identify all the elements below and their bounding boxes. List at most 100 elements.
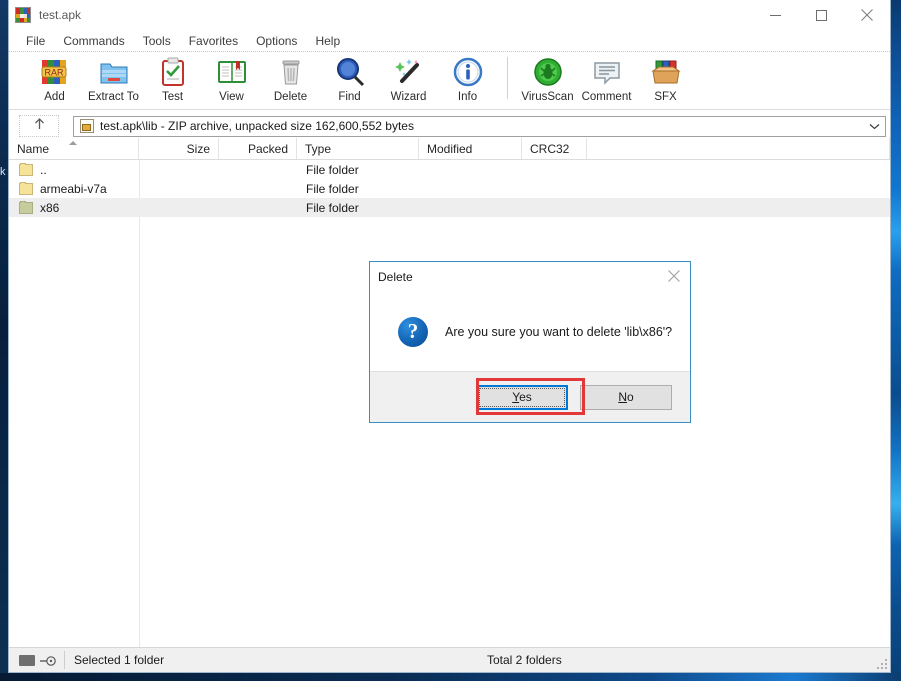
menu-item-help[interactable]: Help xyxy=(306,31,349,51)
dialog-body: ? Are you sure you want to delete 'lib\x… xyxy=(370,292,690,371)
dialog-footer: Yes No xyxy=(370,371,690,422)
column-label-size: Size xyxy=(187,142,210,156)
status-bar: Selected 1 folder Total 2 folders xyxy=(9,647,890,672)
up-arrow-icon xyxy=(33,117,46,135)
address-bar: test.apk\lib - ZIP archive, unpacked siz… xyxy=(9,114,890,138)
desktop-bottom-strip xyxy=(0,673,901,681)
toolbar-button-wizard[interactable]: Wizard xyxy=(379,54,438,109)
table-row[interactable]: .. File folder xyxy=(9,160,890,179)
extract-folder-icon xyxy=(98,56,130,88)
no-rest: o xyxy=(627,390,634,404)
folder-up-icon xyxy=(19,164,33,176)
toolbar-label-delete: Delete xyxy=(274,91,307,103)
comment-balloon-icon xyxy=(591,56,623,88)
toolbar-label-virusscan: VirusScan xyxy=(521,91,573,103)
no-button-label: No xyxy=(618,390,633,404)
menu-item-file[interactable]: File xyxy=(17,31,54,51)
sfx-box-icon xyxy=(650,56,682,88)
cell-name: .. xyxy=(40,163,139,177)
status-bar-icons xyxy=(19,655,54,666)
toolbar-label-sfx: SFX xyxy=(654,91,676,103)
toolbar-button-test[interactable]: Test xyxy=(143,54,202,109)
chevron-down-icon[interactable] xyxy=(863,117,885,136)
column-label-modified: Modified xyxy=(427,142,472,156)
toolbar-button-extract-to[interactable]: Extract To xyxy=(84,54,143,109)
dialog-message: Are you sure you want to delete 'lib\x86… xyxy=(445,325,672,339)
address-text: test.apk\lib - ZIP archive, unpacked siz… xyxy=(100,119,414,133)
no-accel: N xyxy=(618,390,627,404)
column-header-modified[interactable]: Modified xyxy=(419,138,522,159)
find-magnifier-icon xyxy=(334,56,366,88)
yes-button-wrapper: Yes xyxy=(464,379,574,416)
column-label-name: Name xyxy=(17,142,49,156)
column-header-crc32[interactable]: CRC32 xyxy=(522,138,587,159)
toolbar-label-wizard: Wizard xyxy=(391,91,427,103)
screen: k test.apk xyxy=(0,0,901,681)
column-header-type[interactable]: Type xyxy=(297,138,419,159)
column-header-name[interactable]: Name xyxy=(9,138,139,159)
dialog-close-button[interactable] xyxy=(660,264,688,288)
status-total-text: Total 2 folders xyxy=(487,653,562,667)
folder-icon xyxy=(19,183,33,195)
winrar-archive-icon xyxy=(15,7,31,23)
cell-type: File folder xyxy=(297,182,428,196)
column-header-row: Name Size Packed Type Modified CRC32 xyxy=(9,138,890,160)
test-clipboard-icon xyxy=(157,56,189,88)
virusscan-bug-icon xyxy=(532,56,564,88)
table-row[interactable]: x86 File folder xyxy=(9,198,890,217)
menu-item-favorites[interactable]: Favorites xyxy=(180,31,247,51)
column-header-packed[interactable]: Packed xyxy=(219,138,297,159)
cell-name: armeabi-v7a xyxy=(40,182,139,196)
toolbar-label-extract-to: Extract To xyxy=(88,91,139,103)
toolbar-button-view[interactable]: View xyxy=(202,54,261,109)
dialog-title-bar: Delete xyxy=(370,262,690,292)
toolbar-label-view: View xyxy=(219,91,244,103)
desktop-right-strip xyxy=(891,0,901,681)
maximize-button[interactable] xyxy=(798,0,844,30)
close-button[interactable] xyxy=(844,0,890,30)
table-row[interactable]: armeabi-v7a File folder xyxy=(9,179,890,198)
toolbar-button-delete[interactable]: Delete xyxy=(261,54,320,109)
toolbar-button-add[interactable]: RAR Add xyxy=(25,54,84,109)
cell-type: File folder xyxy=(297,201,428,215)
file-list-column-divider xyxy=(139,160,140,647)
toolbar-button-find[interactable]: Find xyxy=(320,54,379,109)
toolbar: RAR Add Extract To xyxy=(9,51,890,110)
toolbar-button-virusscan[interactable]: VirusScan xyxy=(518,54,577,109)
resize-grip[interactable] xyxy=(877,659,887,669)
minimize-button[interactable] xyxy=(752,0,798,30)
folder-icon xyxy=(19,202,33,214)
question-mark-icon: ? xyxy=(398,317,428,347)
cell-type: File folder xyxy=(297,163,428,177)
toolbar-label-info: Info xyxy=(458,91,477,103)
keyboard-icon xyxy=(19,655,35,666)
address-field[interactable]: test.apk\lib - ZIP archive, unpacked siz… xyxy=(73,116,886,137)
cell-name: x86 xyxy=(40,201,139,215)
menu-item-options[interactable]: Options xyxy=(247,31,306,51)
delete-confirm-dialog: Delete ? Are you sure you want to delete… xyxy=(369,261,691,423)
column-header-filler xyxy=(587,138,890,159)
delete-trashcan-icon xyxy=(275,56,307,88)
wizard-wand-icon xyxy=(393,56,425,88)
view-book-icon xyxy=(216,56,248,88)
window-title: test.apk xyxy=(39,8,81,22)
no-button[interactable]: No xyxy=(580,385,672,410)
title-bar: test.apk xyxy=(9,0,890,30)
toolbar-button-info[interactable]: Info xyxy=(438,54,497,109)
column-label-crc32: CRC32 xyxy=(530,142,569,156)
yes-button[interactable]: Yes xyxy=(476,385,568,410)
toolbar-button-comment[interactable]: Comment xyxy=(577,54,636,109)
menu-item-tools[interactable]: Tools xyxy=(134,31,180,51)
column-label-type: Type xyxy=(305,142,331,156)
toolbar-separator xyxy=(507,57,508,99)
column-header-size[interactable]: Size xyxy=(139,138,219,159)
dialog-title: Delete xyxy=(378,270,413,284)
status-bar-separator xyxy=(64,651,65,669)
toolbar-label-comment: Comment xyxy=(582,91,632,103)
toolbar-button-sfx[interactable]: SFX xyxy=(636,54,695,109)
disc-icon xyxy=(40,655,54,665)
up-one-level-button[interactable] xyxy=(19,115,59,137)
menu-item-commands[interactable]: Commands xyxy=(54,31,133,51)
column-label-packed: Packed xyxy=(248,142,288,156)
archive-file-icon xyxy=(80,119,94,133)
